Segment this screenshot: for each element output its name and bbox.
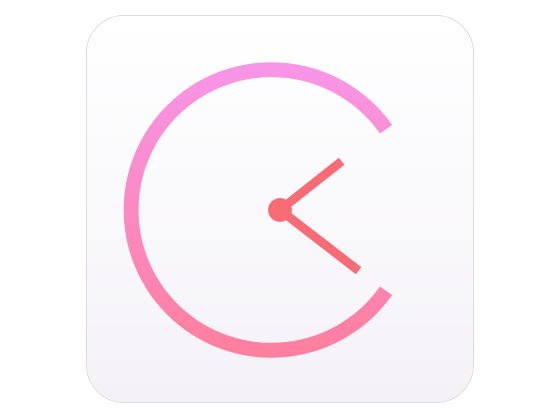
stage (0, 0, 560, 420)
app-icon[interactable] (86, 15, 474, 403)
clock-icon (87, 16, 473, 402)
clock-pivot (268, 198, 292, 222)
